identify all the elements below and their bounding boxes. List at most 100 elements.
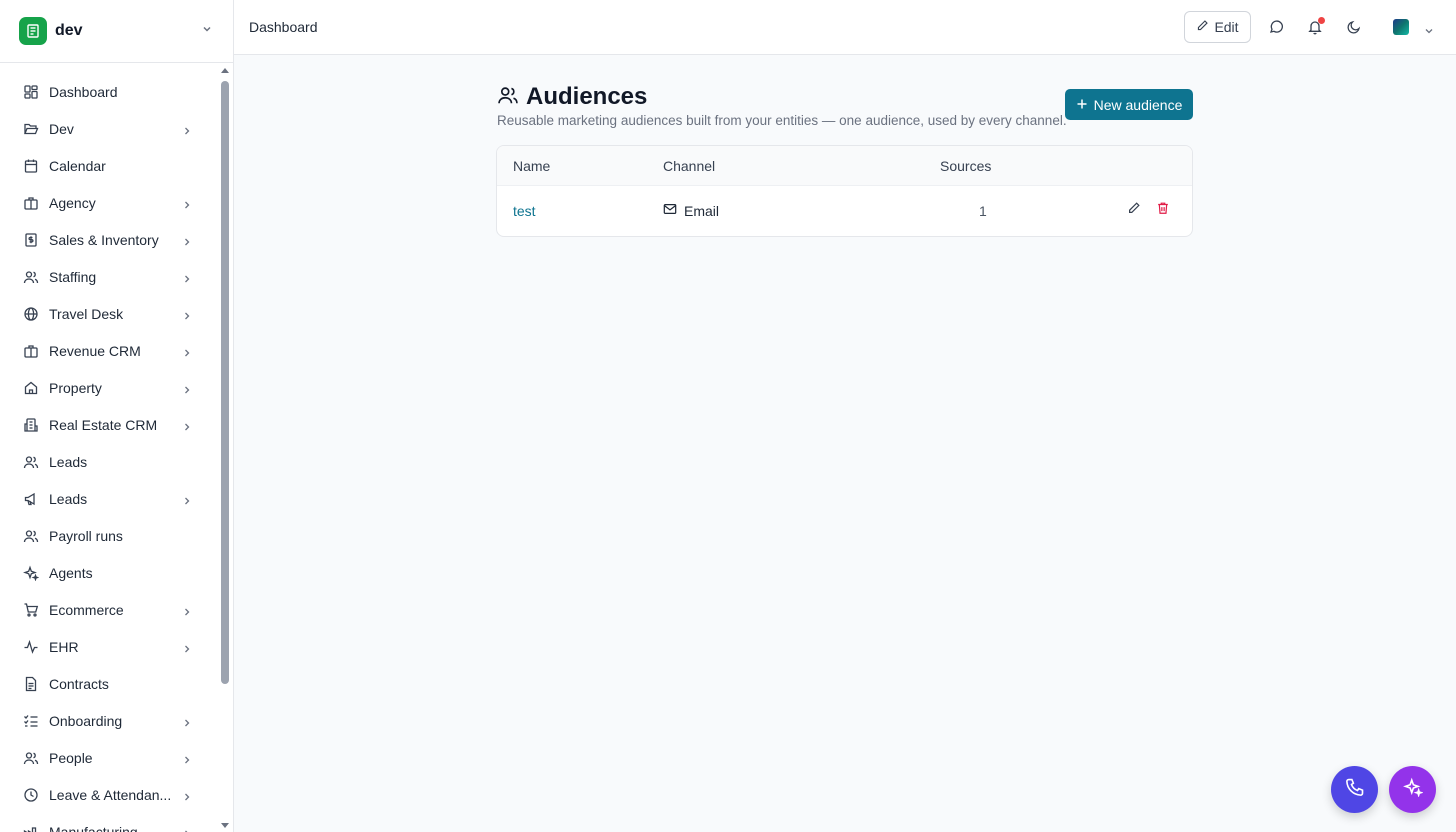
- sidebar-item-staffing[interactable]: Staffing: [0, 258, 220, 295]
- users-icon: [23, 454, 39, 470]
- factory-icon: [23, 824, 39, 832]
- sidebar-item-manufacturing[interactable]: Manufacturing: [0, 813, 220, 832]
- chevron-right-icon: [182, 604, 192, 622]
- list-checks-icon: [23, 713, 39, 729]
- sidebar-item-ehr[interactable]: EHR: [0, 628, 220, 665]
- file-text-icon: [23, 676, 39, 692]
- channel-label: Email: [684, 202, 720, 219]
- phone-icon: [1345, 777, 1365, 802]
- sidebar-item-contracts[interactable]: Contracts: [0, 665, 220, 702]
- globe-icon: [23, 306, 39, 322]
- message-circle-icon[interactable]: [1268, 19, 1284, 35]
- sidebar-item-sales-inventory[interactable]: Sales & Inventory: [0, 221, 220, 258]
- sidebar-item-onboarding[interactable]: Onboarding: [0, 702, 220, 739]
- megaphone-icon: [23, 491, 39, 507]
- edit-row-icon[interactable]: [1127, 201, 1141, 218]
- chevron-right-icon: [182, 382, 192, 400]
- sidebar-item-payroll-runs[interactable]: Payroll runs: [0, 517, 220, 554]
- activity-icon: [23, 639, 39, 655]
- chevron-right-icon: [182, 715, 192, 733]
- chevron-down-icon: [201, 22, 213, 40]
- edit-button[interactable]: Edit: [1184, 11, 1251, 43]
- top-header: Dashboard Edit: [234, 0, 1456, 55]
- sidebar-item-label: Leads: [49, 453, 88, 470]
- sidebar-item-dev[interactable]: Dev: [0, 110, 220, 147]
- sidebar-item-label: Leave & Attendan...: [49, 786, 172, 803]
- sidebar-item-leads-group[interactable]: Leads: [0, 480, 220, 517]
- shopping-cart-icon: [23, 602, 39, 618]
- chevron-down-icon[interactable]: [1424, 23, 1434, 41]
- table-header: Name Channel Sources: [497, 146, 1192, 186]
- sparkles-icon: [23, 565, 39, 581]
- clock-icon: [23, 787, 39, 803]
- phone-fab-button[interactable]: [1331, 766, 1378, 813]
- sparkles-icon: [1402, 777, 1424, 802]
- users-icon: [23, 269, 39, 285]
- sidebar-item-label: Contracts: [49, 675, 109, 692]
- sidebar-item-travel-desk[interactable]: Travel Desk: [0, 295, 220, 332]
- sidebar-item-ecommerce[interactable]: Ecommerce: [0, 591, 220, 628]
- moon-icon[interactable]: [1346, 19, 1362, 35]
- users-icon: [497, 84, 519, 111]
- home-icon: [23, 380, 39, 396]
- breadcrumb[interactable]: Dashboard: [249, 19, 318, 35]
- layout-dashboard-icon: [23, 84, 39, 100]
- receipt-dollar-icon: [23, 232, 39, 248]
- scroll-down-arrow[interactable]: [221, 823, 229, 828]
- chevron-right-icon: [182, 826, 192, 832]
- plus-icon: [1076, 97, 1088, 113]
- chevron-right-icon: [182, 419, 192, 437]
- scroll-up-arrow[interactable]: [221, 68, 229, 73]
- column-header-channel[interactable]: Channel: [663, 158, 715, 174]
- sidebar-item-label: Real Estate CRM: [49, 416, 158, 433]
- sidebar-item-label: Onboarding: [49, 712, 123, 729]
- sidebar-item-leave-attendance[interactable]: Leave & Attendan...: [0, 776, 220, 813]
- sidebar-scrollbar[interactable]: [220, 66, 231, 832]
- sidebar-item-label: Calendar: [49, 157, 106, 174]
- column-header-sources[interactable]: Sources: [940, 158, 991, 174]
- avatar[interactable]: [1393, 19, 1409, 35]
- audience-name-link[interactable]: test: [513, 203, 536, 219]
- chevron-right-icon: [182, 493, 192, 511]
- sidebar-item-label: Dev: [49, 120, 74, 137]
- sidebar-item-label: Agents: [49, 564, 93, 581]
- new-audience-button[interactable]: New audience: [1065, 89, 1193, 120]
- chevron-right-icon: [182, 308, 192, 326]
- workspace-name: dev: [55, 22, 83, 39]
- sidebar-item-agency[interactable]: Agency: [0, 184, 220, 221]
- ai-assistant-fab-button[interactable]: [1389, 766, 1436, 813]
- sidebar-item-label: Travel Desk: [49, 305, 124, 322]
- delete-row-icon[interactable]: [1156, 201, 1170, 218]
- sidebar: dev Dashboard Dev Calendar Agency Sales …: [0, 0, 234, 832]
- sidebar-item-leads[interactable]: Leads: [0, 443, 220, 480]
- sidebar-item-property[interactable]: Property: [0, 369, 220, 406]
- channel-cell: Email: [663, 202, 719, 219]
- sidebar-item-calendar[interactable]: Calendar: [0, 147, 220, 184]
- table-row[interactable]: test Email 1: [497, 186, 1192, 236]
- sidebar-item-label: Sales & Inventory: [49, 231, 159, 248]
- sidebar-item-label: Revenue CRM: [49, 342, 141, 359]
- chevron-right-icon: [182, 197, 192, 215]
- scrollbar-thumb[interactable]: [221, 81, 229, 684]
- sidebar-item-label: Dashboard: [49, 83, 118, 100]
- users-icon: [23, 750, 39, 766]
- column-header-name[interactable]: Name: [513, 158, 550, 174]
- sidebar-item-agents[interactable]: Agents: [0, 554, 220, 591]
- sidebar-item-revenue-crm[interactable]: Revenue CRM: [0, 332, 220, 369]
- sidebar-item-people[interactable]: People: [0, 739, 220, 776]
- chevron-right-icon: [182, 789, 192, 807]
- sidebar-item-dashboard[interactable]: Dashboard: [0, 73, 220, 110]
- pencil-icon: [1196, 19, 1209, 35]
- building-icon: [23, 343, 39, 359]
- workspace-switcher[interactable]: dev: [0, 0, 233, 63]
- building-2-icon: [23, 417, 39, 433]
- users-icon: [23, 528, 39, 544]
- calendar-icon: [23, 158, 39, 174]
- sidebar-item-label: Staffing: [49, 268, 97, 285]
- notification-dot: [1318, 17, 1325, 24]
- building-icon: [23, 195, 39, 211]
- sidebar-item-label: People: [49, 749, 93, 766]
- sources-count: 1: [979, 203, 987, 219]
- chevron-right-icon: [182, 271, 192, 289]
- sidebar-item-real-estate-crm[interactable]: Real Estate CRM: [0, 406, 220, 443]
